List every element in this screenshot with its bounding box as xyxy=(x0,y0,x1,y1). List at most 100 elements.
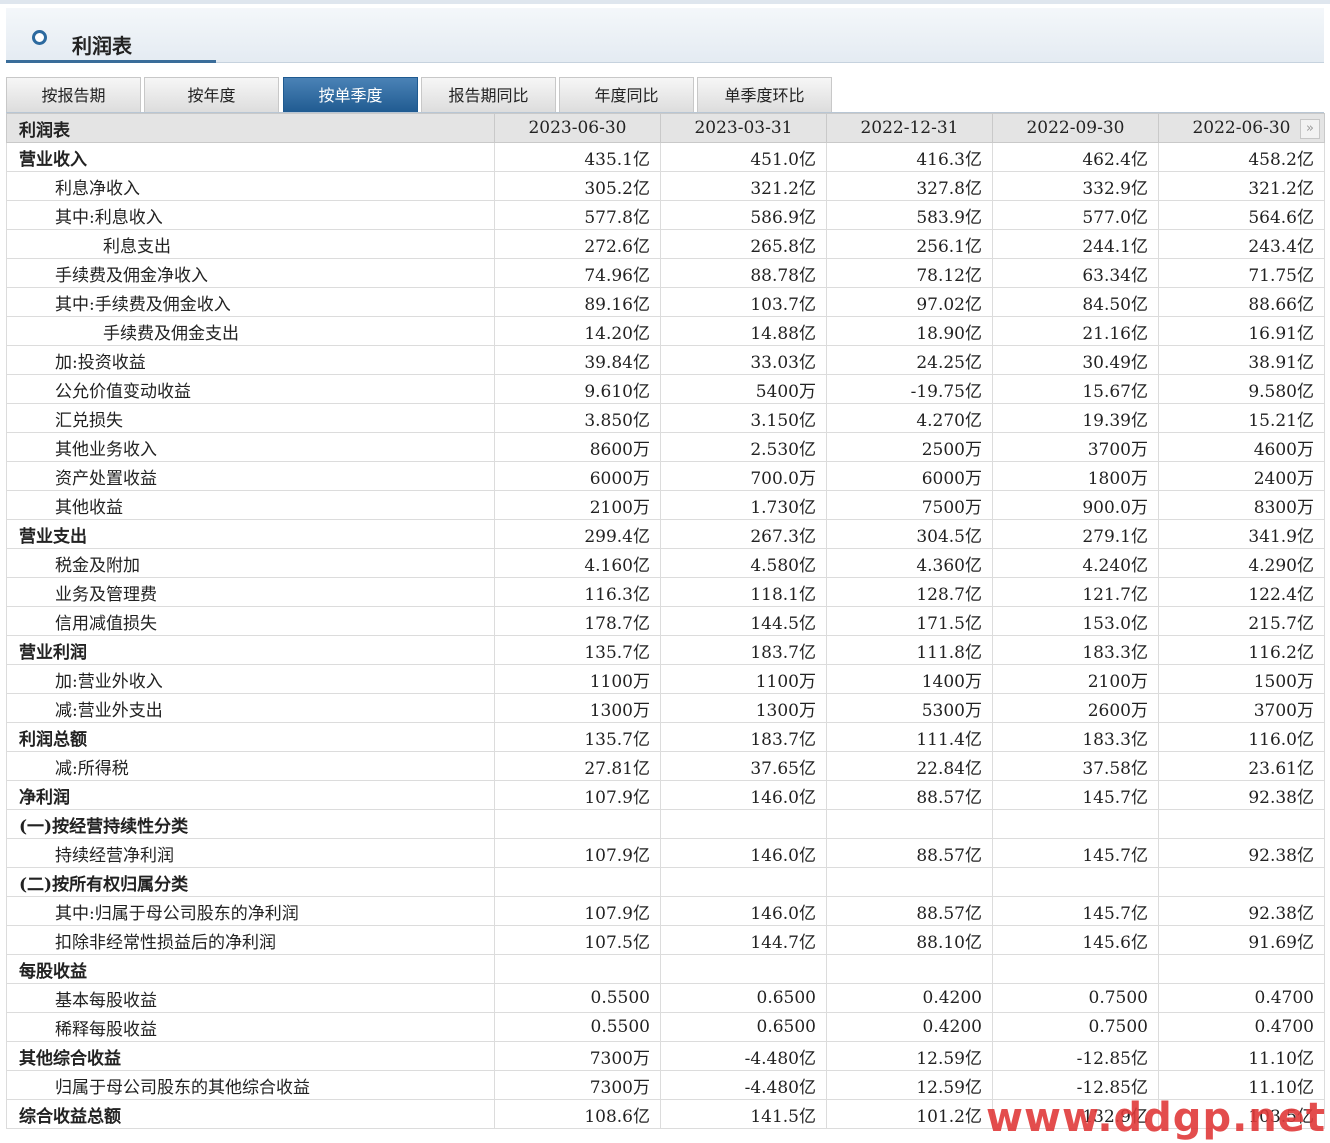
row-value: 7300万 xyxy=(494,1070,661,1100)
row-value: 141.5亿 xyxy=(660,1099,827,1129)
row-value: 23.61亿 xyxy=(1158,751,1325,781)
circle-bullet-icon xyxy=(32,30,47,45)
row-value: 153.0亿 xyxy=(992,606,1159,636)
table-row: (一)按经营持续性分类 xyxy=(6,809,1325,839)
column-header-label: 2022-09-30 xyxy=(1026,118,1125,138)
row-value: 37.58亿 xyxy=(992,751,1159,781)
row-value: 5400万 xyxy=(660,374,827,404)
page-title: 利润表 xyxy=(72,34,132,58)
row-label: 稀释每股收益 xyxy=(6,1012,495,1042)
row-value: 183.7亿 xyxy=(660,722,827,752)
table-row: 手续费及佣金净收入 74.96亿 88.78亿 78.12亿 63.34亿 71.75亿 xyxy=(6,258,1325,288)
title-bar: 利润表 xyxy=(6,8,1324,63)
row-value: 3700万 xyxy=(1158,693,1325,723)
row-label: 其中:手续费及佣金收入 xyxy=(6,287,495,317)
row-value xyxy=(1158,867,1325,897)
row-value: 97.02亿 xyxy=(826,287,993,317)
row-value: 6000万 xyxy=(826,461,993,491)
table-row: 其中:手续费及佣金收入 89.16亿 103.7亿 97.02亿 84.50亿 88.66… xyxy=(6,287,1325,317)
row-value: -19.75亿 xyxy=(826,374,993,404)
row-value: 435.1亿 xyxy=(494,142,661,172)
row-label: 减:所得税 xyxy=(6,751,495,781)
row-value: 135.7亿 xyxy=(494,722,661,752)
top-border xyxy=(0,0,1330,4)
tab-0[interactable]: 按报告期 xyxy=(6,77,141,113)
row-value: 21.16亿 xyxy=(992,316,1159,346)
row-label: 综合收益总额 xyxy=(6,1099,495,1129)
row-value: 2600万 xyxy=(992,693,1159,723)
row-value: 1300万 xyxy=(660,693,827,723)
row-label: 公允价值变动收益 xyxy=(6,374,495,404)
row-value: 0.6500 xyxy=(660,1012,827,1042)
row-value: 71.75亿 xyxy=(1158,258,1325,288)
row-label: 其中:归属于母公司股东的净利润 xyxy=(6,896,495,926)
table-row: 减:营业外支出 1300万 1300万 5300万 2600万 3700万 xyxy=(6,693,1325,723)
row-value: 121.7亿 xyxy=(992,577,1159,607)
row-value: 39.84亿 xyxy=(494,345,661,375)
tab-2[interactable]: 按单季度 xyxy=(283,77,418,113)
row-value: 2100万 xyxy=(992,664,1159,694)
row-value: 92.38亿 xyxy=(1158,896,1325,926)
double-chevron-right-icon[interactable]: » xyxy=(1300,119,1320,139)
row-value: 256.1亿 xyxy=(826,229,993,259)
row-value: 128.7亿 xyxy=(826,577,993,607)
row-value: 900.0万 xyxy=(992,490,1159,520)
row-value: 107.9亿 xyxy=(494,780,661,810)
table-row: 信用减值损失 178.7亿 144.5亿 171.5亿 153.0亿 215.7亿 xyxy=(6,606,1325,636)
row-value: 24.25亿 xyxy=(826,345,993,375)
row-value: 89.16亿 xyxy=(494,287,661,317)
row-value: 111.8亿 xyxy=(826,635,993,665)
tab-3[interactable]: 报告期同比 xyxy=(421,77,556,113)
row-value: 1500万 xyxy=(1158,664,1325,694)
row-value: 586.9亿 xyxy=(660,200,827,230)
table-row: 其中:利息收入 577.8亿 586.9亿 583.9亿 577.0亿 564.6亿 xyxy=(6,200,1325,230)
table-row: 利润总额 135.7亿 183.7亿 111.4亿 183.3亿 116.0亿 xyxy=(6,722,1325,752)
row-value: 2500万 xyxy=(826,432,993,462)
row-value xyxy=(494,954,661,984)
tab-4[interactable]: 年度同比 xyxy=(559,77,694,113)
row-value: 178.7亿 xyxy=(494,606,661,636)
table-row: 其他业务收入 8600万 2.530亿 2500万 3700万 4600万 xyxy=(6,432,1325,462)
row-value: 451.0亿 xyxy=(660,142,827,172)
row-value: 88.57亿 xyxy=(826,780,993,810)
column-header-label: 2022-12-31 xyxy=(860,118,959,138)
row-value: 4.270亿 xyxy=(826,403,993,433)
table-row: 其他综合收益 7300万 -4.480亿 12.59亿 -12.85亿 11.10亿 xyxy=(6,1041,1325,1071)
row-label: 扣除非经常性损益后的净利润 xyxy=(6,925,495,955)
row-value: 244.1亿 xyxy=(992,229,1159,259)
table-row: 稀释每股收益 0.5500 0.6500 0.4200 0.7500 0.4700 xyxy=(6,1012,1325,1042)
row-value: 103.7亿 xyxy=(660,287,827,317)
row-value: 321.2亿 xyxy=(660,171,827,201)
row-value xyxy=(1158,809,1325,839)
column-header-date: 2022-12-31 xyxy=(826,113,993,143)
row-value: 0.4200 xyxy=(826,1012,993,1042)
row-value: 0.5500 xyxy=(494,983,661,1013)
row-value: 14.88亿 xyxy=(660,316,827,346)
row-value: 2400万 xyxy=(1158,461,1325,491)
row-value: 88.10亿 xyxy=(826,925,993,955)
row-value: 0.6500 xyxy=(660,983,827,1013)
row-label: 其他收益 xyxy=(6,490,495,520)
row-value: 305.2亿 xyxy=(494,171,661,201)
table-row: 加:营业外收入 1100万 1100万 1400万 2100万 1500万 xyxy=(6,664,1325,694)
row-value xyxy=(660,954,827,984)
row-value: 116.0亿 xyxy=(1158,722,1325,752)
table-corner-label: 利润表 xyxy=(6,113,495,143)
tab-1[interactable]: 按年度 xyxy=(144,77,279,113)
table-row: 资产处置收益 6000万 700.0万 6000万 1800万 2400万 xyxy=(6,461,1325,491)
row-label: 基本每股收益 xyxy=(6,983,495,1013)
row-value: 91.69亿 xyxy=(1158,925,1325,955)
column-header-date: 2023-06-30 xyxy=(494,113,661,143)
table-row: 净利润 107.9亿 146.0亿 88.57亿 145.7亿 92.38亿 xyxy=(6,780,1325,810)
row-value: 8300万 xyxy=(1158,490,1325,520)
row-value: 0.7500 xyxy=(992,983,1159,1013)
row-value: 1300万 xyxy=(494,693,661,723)
row-value: 8600万 xyxy=(494,432,661,462)
row-value: 30.49亿 xyxy=(992,345,1159,375)
row-value: 243.4亿 xyxy=(1158,229,1325,259)
row-value: 4600万 xyxy=(1158,432,1325,462)
row-value: 272.6亿 xyxy=(494,229,661,259)
row-value xyxy=(826,867,993,897)
row-value: 108.6亿 xyxy=(494,1099,661,1129)
tab-5[interactable]: 单季度环比 xyxy=(697,77,832,113)
